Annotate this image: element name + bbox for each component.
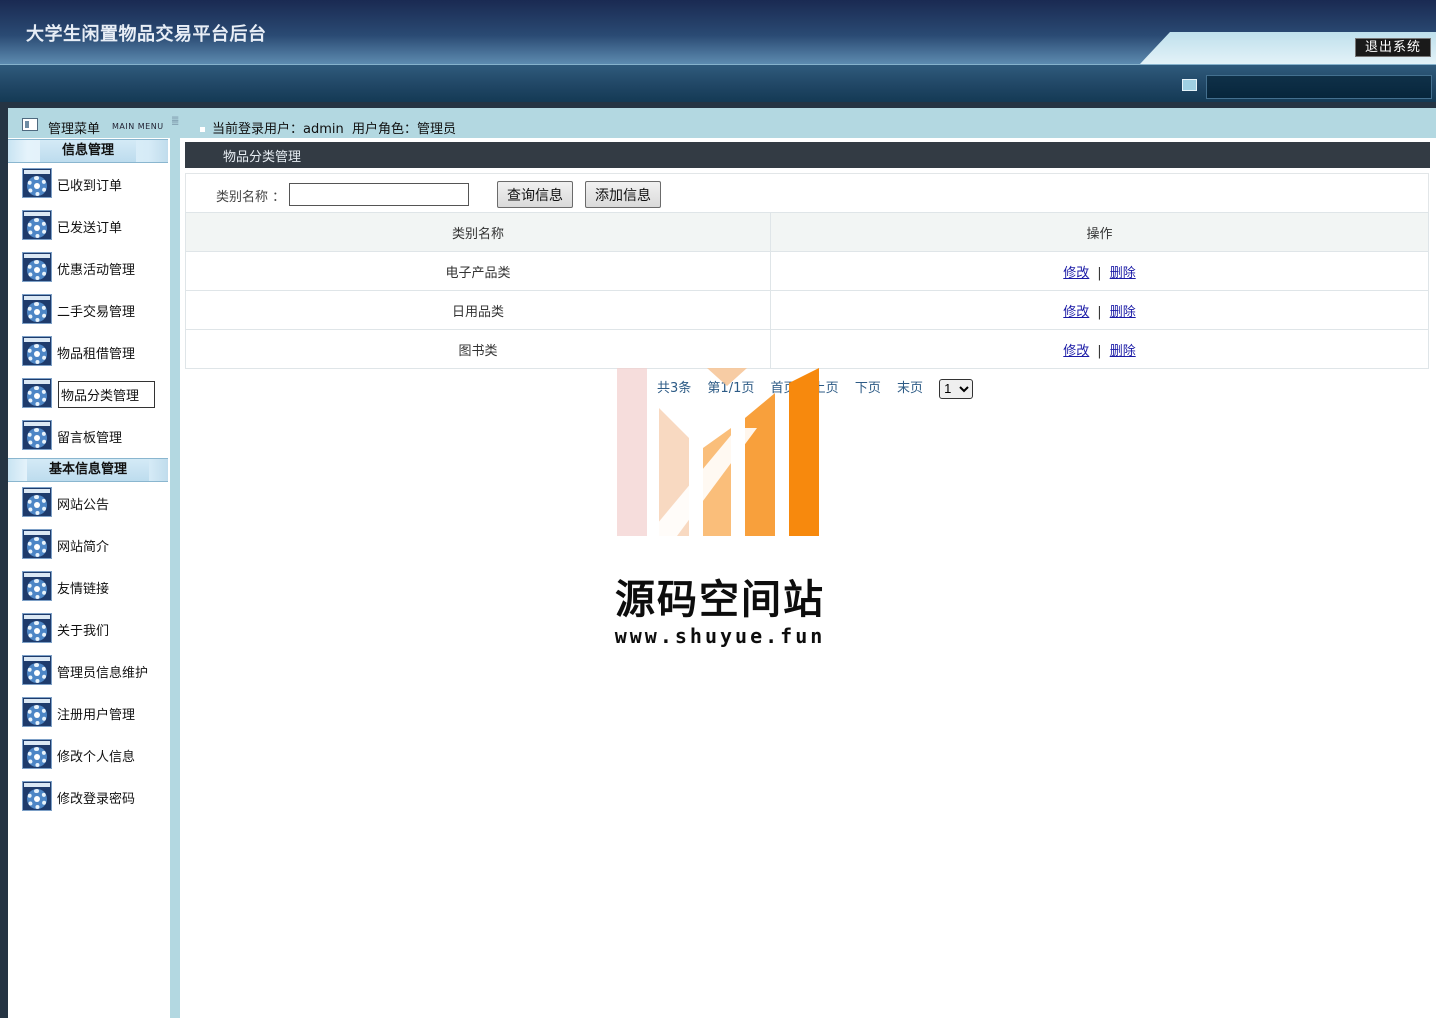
page-select[interactable]: 1 <box>939 378 974 399</box>
sidebar-item-change-password[interactable]: 修改登录密码 <box>22 781 162 815</box>
sidebar-item-promotions[interactable]: 优惠活动管理 <box>22 252 162 286</box>
menu-header: 管理菜单 MAIN MENU ≡ ≡ <box>8 108 179 138</box>
edit-link[interactable]: 修改 <box>1063 344 1089 359</box>
sidebar-item-registered-users[interactable]: 注册用户管理 <box>22 697 162 731</box>
actions-cell: 修改 | 删除 <box>770 251 1429 291</box>
table-header-row: 类别名称 操作 <box>185 212 1429 252</box>
sidebar-item-label: 留言板管理 <box>57 431 123 446</box>
bullet-icon <box>200 127 205 132</box>
table-row: 日用品类 修改 | 删除 <box>185 290 1429 330</box>
sidebar-item-rental[interactable]: 物品租借管理 <box>22 336 162 370</box>
edit-link[interactable]: 修改 <box>1063 305 1089 320</box>
add-button[interactable]: 添加信息 <box>585 181 661 208</box>
sub-header-box <box>1206 75 1432 99</box>
gear-icon <box>22 571 52 601</box>
gear-icon <box>22 697 52 727</box>
sidebar-item-label: 友情链接 <box>57 582 110 597</box>
sidebar-item-label: 关于我们 <box>57 624 110 639</box>
separator: | <box>1097 343 1102 359</box>
sidebar-item-secondhand[interactable]: 二手交易管理 <box>22 294 162 328</box>
sidebar: 管理菜单 MAIN MENU ≡ ≡ 信息管理 已收到订单 已发送订单 优惠活动管… <box>8 108 179 1018</box>
gear-icon <box>22 294 52 324</box>
sidebar-item-label: 网站公告 <box>57 498 110 513</box>
gear-icon <box>22 529 52 559</box>
gear-icon <box>22 378 52 408</box>
watermark-url: www.shuyue.fun <box>614 624 826 648</box>
sidebar-item-label: 物品租借管理 <box>57 347 136 362</box>
sidebar-item-label: 已发送订单 <box>57 221 123 236</box>
sidebar-item-friend-links[interactable]: 友情链接 <box>22 571 162 605</box>
sidebar-item-categories[interactable]: 物品分类管理 <box>22 378 162 412</box>
actions-cell: 修改 | 删除 <box>770 290 1429 330</box>
category-name-cell: 图书类 <box>185 329 771 369</box>
delete-link[interactable]: 删除 <box>1110 344 1136 359</box>
gear-icon <box>22 655 52 685</box>
group-title-basic[interactable]: 基本信息管理 <box>8 458 168 482</box>
search-bar: 类别名称 ： 查询信息 添加信息 <box>185 173 1429 213</box>
separator: | <box>1097 304 1102 320</box>
separator: | <box>1097 265 1102 281</box>
category-name-label: 类别名称 ： <box>216 190 286 205</box>
category-name-cell: 日用品类 <box>185 290 771 330</box>
top-header: 大学生闲置物品交易平台后台 <box>0 0 1436 64</box>
sidebar-item-message-board[interactable]: 留言板管理 <box>22 420 162 454</box>
panel-title: 物品分类管理 <box>185 142 1430 168</box>
current-user-text: 当前登录用户：admin 用户角色：管理员 <box>212 122 456 137</box>
sidebar-item-label: 修改个人信息 <box>57 750 136 765</box>
group-title-info[interactable]: 信息管理 <box>8 139 168 163</box>
logout-button[interactable]: 退出系统 <box>1355 38 1431 57</box>
current-user-info: 当前登录用户：admin 用户角色：管理员 <box>200 118 456 137</box>
sidebar-item-label: 网站简介 <box>57 540 110 555</box>
monitor-icon <box>1182 79 1197 91</box>
menu-title: 管理菜单 <box>48 122 101 137</box>
delete-link[interactable]: 删除 <box>1110 305 1136 320</box>
table-row: 图书类 修改 | 删除 <box>185 329 1429 369</box>
watermark-logo <box>617 368 819 536</box>
gear-icon <box>22 420 52 450</box>
watermark-brand: 源码空间站 <box>615 577 825 623</box>
gear-icon <box>22 210 52 240</box>
sidebar-item-site-intro[interactable]: 网站简介 <box>22 529 162 563</box>
gear-icon <box>22 487 52 517</box>
sidebar-item-about-us[interactable]: 关于我们 <box>22 613 162 647</box>
menu-icon <box>22 118 38 131</box>
sidebar-item-admin-info[interactable]: 管理员信息维护 <box>22 655 162 689</box>
gear-icon <box>22 336 52 366</box>
gear-icon <box>22 252 52 282</box>
last-page-link[interactable]: 末页 <box>897 381 923 396</box>
gear-icon <box>22 739 52 769</box>
sidebar-item-label: 二手交易管理 <box>57 305 136 320</box>
gear-icon <box>22 613 52 643</box>
sidebar-item-edit-profile[interactable]: 修改个人信息 <box>22 739 162 773</box>
category-name-cell: 电子产品类 <box>185 251 771 291</box>
edit-link[interactable]: 修改 <box>1063 266 1089 281</box>
app-title: 大学生闲置物品交易平台后台 <box>26 24 267 45</box>
sidebar-item-label: 注册用户管理 <box>57 708 136 723</box>
actions-cell: 修改 | 删除 <box>770 329 1429 369</box>
sidebar-item-label: 已收到订单 <box>57 179 123 194</box>
gear-icon <box>22 781 52 811</box>
sidebar-item-label: 修改登录密码 <box>57 792 136 807</box>
sidebar-item-label: 管理员信息维护 <box>57 666 149 681</box>
sub-header-bar <box>0 64 1436 102</box>
table-row: 电子产品类 修改 | 删除 <box>185 251 1429 291</box>
delete-link[interactable]: 删除 <box>1110 266 1136 281</box>
menu-subtitle: MAIN MENU <box>112 122 164 131</box>
category-name-input[interactable] <box>289 183 469 206</box>
column-header-name: 类别名称 <box>185 212 771 252</box>
category-table: 类别名称 操作 电子产品类 修改 | 删除 日用品类 修改 | 删除 图书类 修改 | 删除 <box>185 212 1429 369</box>
sidebar-item-sent-orders[interactable]: 已发送订单 <box>22 210 162 244</box>
sidebar-item-announcements[interactable]: 网站公告 <box>22 487 162 521</box>
next-page-link[interactable]: 下页 <box>855 381 881 396</box>
menu-toggle-icon[interactable]: ≡ ≡ <box>171 115 179 129</box>
sidebar-item-label: 物品分类管理 <box>58 381 155 408</box>
column-header-actions: 操作 <box>770 212 1429 252</box>
query-button[interactable]: 查询信息 <box>497 181 573 208</box>
gear-icon <box>22 168 52 198</box>
sidebar-item-label: 优惠活动管理 <box>57 263 136 278</box>
sidebar-item-received-orders[interactable]: 已收到订单 <box>22 168 162 202</box>
